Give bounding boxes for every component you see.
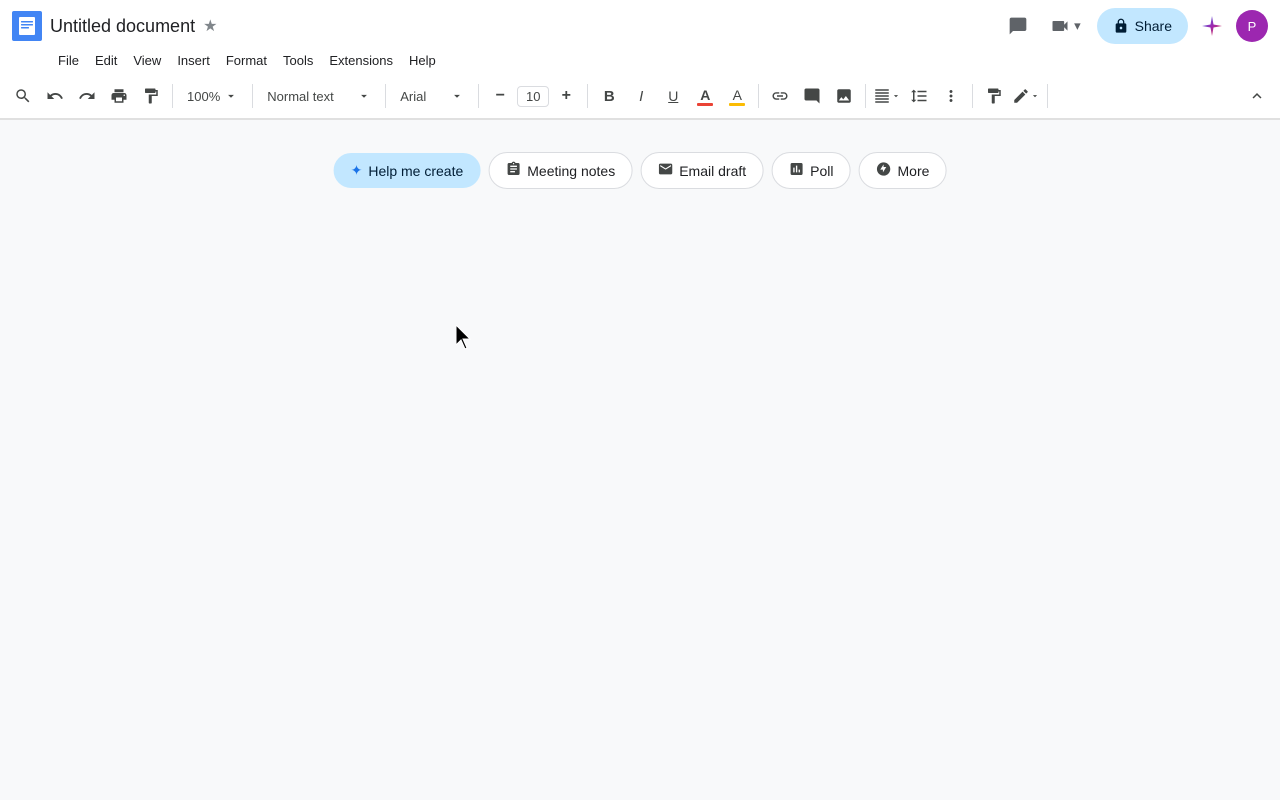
collapse-toolbar-button[interactable]	[1242, 81, 1272, 111]
divider-5	[587, 84, 588, 108]
sparkle-icon: ✦	[351, 162, 363, 179]
highlight-indicator: A	[729, 87, 745, 106]
font-dropdown[interactable]: Arial	[392, 81, 472, 111]
text-style-dropdown[interactable]: Normal text	[259, 81, 379, 111]
more-chip-icon	[876, 161, 892, 180]
more-options-button[interactable]	[936, 81, 966, 111]
help-me-create-label: Help me create	[368, 163, 463, 179]
text-color-button[interactable]: A	[690, 81, 720, 111]
zoom-dropdown[interactable]: 100%	[179, 81, 246, 111]
highlight-button[interactable]: A	[722, 81, 752, 111]
share-button[interactable]: Share	[1097, 8, 1188, 44]
poll-button[interactable]: Poll	[771, 152, 850, 189]
divider-4	[478, 84, 479, 108]
toolbar: 100% Normal text Arial − + B	[0, 76, 1280, 116]
document-area[interactable]: ✦ Help me create Meeting notes Email dra…	[0, 120, 1280, 750]
star-icon[interactable]: ★	[203, 16, 217, 36]
comments-button[interactable]	[1002, 10, 1034, 42]
document-title[interactable]: Untitled document	[50, 16, 195, 37]
italic-button[interactable]: I	[626, 81, 656, 111]
email-draft-button[interactable]: Email draft	[640, 152, 763, 189]
edit-mode-button[interactable]	[1011, 81, 1041, 111]
meeting-notes-label: Meeting notes	[527, 163, 615, 179]
help-me-create-button[interactable]: ✦ Help me create	[334, 153, 481, 188]
user-avatar[interactable]: P	[1236, 10, 1268, 42]
search-button[interactable]	[8, 81, 38, 111]
meet-button[interactable]: ▾	[1042, 10, 1089, 42]
share-label: Share	[1135, 18, 1172, 34]
decrease-font-button[interactable]: −	[485, 81, 515, 111]
divider-8	[972, 84, 973, 108]
menu-extensions[interactable]: Extensions	[321, 49, 401, 72]
meeting-notes-button[interactable]: Meeting notes	[488, 152, 632, 189]
text-color-indicator: A	[697, 87, 713, 106]
gemini-button[interactable]	[1196, 10, 1228, 42]
poll-label: Poll	[810, 163, 833, 179]
divider-9	[1047, 84, 1048, 108]
align-button[interactable]	[872, 81, 902, 111]
insert-image-button[interactable]	[829, 81, 859, 111]
print-button[interactable]	[104, 81, 134, 111]
menu-bar: File Edit View Insert Format Tools Exten…	[0, 46, 1280, 74]
menu-file[interactable]: File	[50, 49, 87, 72]
more-chip-button[interactable]: More	[859, 152, 947, 189]
increase-font-button[interactable]: +	[551, 81, 581, 111]
menu-view[interactable]: View	[125, 49, 169, 72]
more-chip-label: More	[898, 163, 930, 179]
menu-tools[interactable]: Tools	[275, 49, 321, 72]
mouse-cursor	[456, 325, 476, 354]
email-draft-icon	[657, 161, 673, 180]
paint-theme-button[interactable]	[979, 81, 1009, 111]
menu-edit[interactable]: Edit	[87, 49, 125, 72]
divider-6	[758, 84, 759, 108]
undo-button[interactable]	[40, 81, 70, 111]
font-size-input[interactable]	[517, 86, 549, 107]
meeting-notes-icon	[505, 161, 521, 180]
insert-comment-button[interactable]	[797, 81, 827, 111]
link-button[interactable]	[765, 81, 795, 111]
menu-insert[interactable]: Insert	[169, 49, 218, 72]
email-draft-label: Email draft	[679, 163, 746, 179]
divider-7	[865, 84, 866, 108]
divider-1	[172, 84, 173, 108]
google-docs-icon	[12, 11, 42, 41]
underline-button[interactable]: U	[658, 81, 688, 111]
suggestion-chips-container: ✦ Help me create Meeting notes Email dra…	[334, 152, 947, 189]
divider-2	[252, 84, 253, 108]
line-spacing-button[interactable]	[904, 81, 934, 111]
redo-button[interactable]	[72, 81, 102, 111]
meet-label: ▾	[1074, 18, 1081, 34]
menu-format[interactable]: Format	[218, 49, 275, 72]
divider-3	[385, 84, 386, 108]
poll-icon	[788, 161, 804, 180]
menu-help[interactable]: Help	[401, 49, 444, 72]
paint-format-button[interactable]	[136, 81, 166, 111]
bold-button[interactable]: B	[594, 81, 624, 111]
